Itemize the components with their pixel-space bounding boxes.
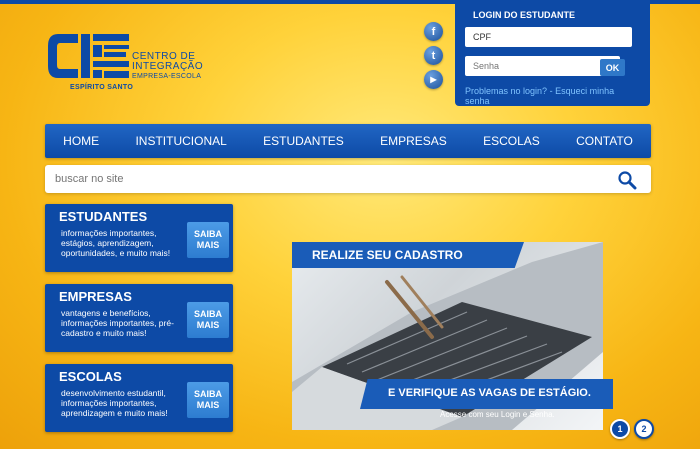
nav-item-estudantes[interactable]: ESTUDANTES: [263, 134, 344, 148]
card-title: ESTUDANTES: [59, 209, 148, 224]
login-problems-link[interactable]: Problemas no login?: [465, 86, 547, 96]
logo-text: CENTRO DE INTEGRAÇÃO EMPRESA-ESCOLA: [132, 52, 203, 82]
main-nav: HOME INSTITUCIONAL ESTUDANTES EMPRESAS E…: [45, 124, 651, 158]
saiba-mais-empresas-button[interactable]: SAIBA MAIS: [187, 302, 229, 338]
nav-item-empresas[interactable]: EMPRESAS: [380, 134, 447, 148]
student-login-panel: LOGIN DO ESTUDANTE OK Problemas no login…: [455, 4, 650, 106]
card-description: vantagens e benefícios, informações impo…: [61, 308, 174, 338]
password-row: OK: [465, 56, 640, 78]
logo-state: ESPÍRITO SANTO: [70, 84, 134, 91]
card-description: desenvolvimento estudantil, informações …: [61, 388, 168, 418]
login-links: Problemas no login? - Esqueci minha senh…: [465, 86, 640, 106]
ciee-logo-mark: [48, 34, 129, 78]
card-empresas: EMPRESAS vantagens e benefícios, informa…: [45, 284, 233, 352]
saiba-mais-escolas-button[interactable]: SAIBA MAIS: [187, 382, 229, 418]
search-input[interactable]: [55, 169, 595, 189]
card-estudantes: ESTUDANTES informações importantes, está…: [45, 204, 233, 272]
logo-line-3: EMPRESA-ESCOLA: [132, 73, 202, 80]
card-description: informações importantes, estágios, apren…: [61, 228, 171, 258]
youtube-icon[interactable]: ▶: [424, 70, 443, 89]
nav-item-contato[interactable]: CONTATO: [576, 134, 633, 148]
nav-item-institucional[interactable]: INSTITUCIONAL: [135, 134, 226, 148]
login-title: LOGIN DO ESTUDANTE: [473, 10, 576, 20]
password-input[interactable]: [465, 56, 620, 76]
twitter-icon[interactable]: t: [424, 46, 443, 65]
slide-page-2-button[interactable]: 2: [634, 419, 654, 439]
ciee-logo[interactable]: CENTRO DE INTEGRAÇÃO EMPRESA-ESCOLA ESPÍ…: [44, 28, 204, 94]
card-escolas: ESCOLAS desenvolvimento estudantil, info…: [45, 364, 233, 432]
card-title: ESCOLAS: [59, 369, 122, 384]
banner-caption: Acesse com seu Login e Senha.: [440, 410, 555, 419]
banner-headline: REALIZE SEU CADASTRO: [292, 242, 524, 268]
search-bar: [45, 165, 651, 193]
slide-page-1-button[interactable]: 1: [610, 419, 630, 439]
login-links-separator: -: [547, 86, 556, 96]
banner-subheadline: E VERIFIQUE AS VAGAS DE ESTÁGIO.: [360, 379, 613, 409]
saiba-mais-estudantes-button[interactable]: SAIBA MAIS: [187, 222, 229, 258]
search-icon[interactable]: [617, 170, 637, 190]
login-ok-button[interactable]: OK: [600, 59, 625, 76]
card-title: EMPRESAS: [59, 289, 132, 304]
nav-item-home[interactable]: HOME: [63, 134, 99, 148]
logo-line-2: INTEGRAÇÃO: [132, 61, 204, 72]
facebook-icon[interactable]: f: [424, 22, 443, 41]
social-links: f t ▶: [424, 22, 444, 94]
cpf-input[interactable]: [465, 27, 632, 47]
nav-item-escolas[interactable]: ESCOLAS: [483, 134, 540, 148]
